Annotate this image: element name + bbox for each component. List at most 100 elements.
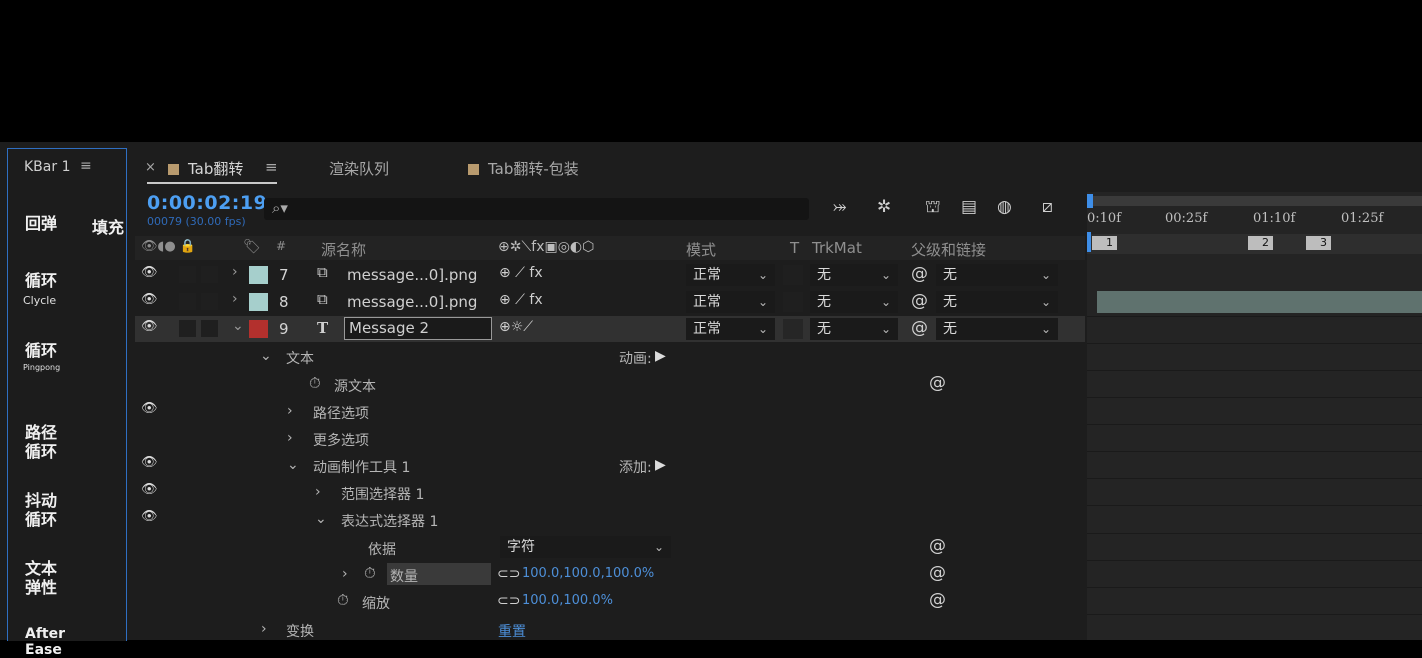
property-value[interactable]: 100.0,100.0,100.0% [522, 566, 654, 581]
layer-name-edit-field[interactable]: Message 2 [344, 317, 492, 340]
property-row-more-options[interactable]: › 更多选项 [135, 425, 1085, 451]
layer-switches[interactable]: ⊕☼⟋ [499, 319, 533, 335]
eye-icon[interactable]: 👁 [141, 509, 158, 524]
play-circle-icon[interactable]: ▶ [655, 348, 666, 364]
preserve-transparency-toggle[interactable] [783, 265, 803, 285]
pickwhip-icon[interactable]: @ [929, 563, 946, 583]
kbar-button-fill[interactable]: 填充 [92, 214, 124, 238]
layer-row-selected[interactable]: 👁 ⌄ 9 T Message 2 ⊕☼⟋ 正常 ⌄ 无 ⌄ @ 无 ⌄ [135, 316, 1085, 342]
tab-render-queue[interactable]: 渲染队列 [329, 158, 389, 179]
kbar-button-pingpong[interactable]: 循环 Pingpong [8, 341, 126, 381]
property-row-animator[interactable]: 👁 ⌄ 动画制作工具 1 添加: ▶ [135, 452, 1085, 478]
chevron-down-icon[interactable]: ⌄ [287, 457, 299, 473]
draft-3d-icon[interactable]: ✲ [877, 197, 891, 217]
eye-icon[interactable]: 👁 [141, 265, 158, 280]
layer-label-color[interactable] [249, 293, 268, 311]
pickwhip-icon[interactable]: @ [929, 590, 946, 610]
kbar-menu-icon[interactable]: ≡ [80, 158, 92, 174]
property-row-based-on[interactable]: 依据 字符 ⌄ @ [135, 534, 1085, 560]
kbar-button-text-elastic[interactable]: 文本 弹性 [8, 540, 126, 597]
stopwatch-icon[interactable]: ⏱ [337, 591, 349, 609]
pickwhip-icon[interactable]: @ [911, 291, 928, 311]
lock-toggle[interactable] [201, 266, 218, 283]
chevron-down-icon[interactable]: ⌄ [260, 348, 272, 364]
solo-toggle[interactable] [179, 266, 196, 283]
stopwatch-icon[interactable]: ⏱ [364, 564, 376, 582]
lock-toggle[interactable] [201, 320, 218, 337]
chevron-down-icon[interactable]: ⌄ [232, 318, 244, 334]
pickwhip-icon[interactable]: @ [929, 373, 946, 393]
kbar-button-wiggle-loop[interactable]: 抖动 循环 [8, 472, 126, 529]
chevron-right-icon[interactable]: › [342, 566, 348, 582]
comp-marker[interactable]: 1 [1092, 236, 1117, 250]
eye-icon[interactable]: 👁 [141, 319, 158, 334]
graph-editor-icon[interactable]: ⧄ [1042, 197, 1053, 217]
layer-row[interactable]: 👁 › 7 ⧉ message...0].png ⊕ ⟋ fx 正常 ⌄ 无 ⌄ @… [135, 262, 1085, 288]
property-value[interactable]: 100.0,100.0% [522, 593, 613, 608]
chevron-right-icon[interactable]: › [287, 430, 293, 446]
chevron-right-icon[interactable]: › [287, 403, 293, 419]
kbar-button-cycle[interactable]: 循环 Clycle [8, 271, 126, 311]
layer-label-color[interactable] [249, 320, 268, 338]
chevron-right-icon[interactable]: › [261, 621, 267, 637]
navigator-start-handle[interactable] [1087, 194, 1093, 208]
property-row-scale[interactable]: ⏱ 缩放 ⊂⊃ 100.0,100.0% @ [135, 588, 1085, 614]
trkmat-select[interactable]: 无 ⌄ [810, 264, 898, 286]
column-source-name[interactable]: 源名称 [321, 239, 366, 260]
solo-toggle[interactable] [179, 293, 196, 310]
current-time-display[interactable]: 0:00:02:19 [147, 192, 267, 214]
property-row-expression-selector[interactable]: 👁 ⌄ 表达式选择器 1 [135, 506, 1085, 532]
eye-icon[interactable]: 👁 [141, 455, 158, 470]
pickwhip-icon[interactable]: @ [929, 536, 946, 556]
close-icon[interactable]: × [145, 160, 156, 175]
chevron-right-icon[interactable]: › [232, 291, 238, 307]
layer-duration-bar[interactable] [1097, 291, 1422, 313]
property-row-range-selector[interactable]: 👁 › 范围选择器 1 [135, 479, 1085, 505]
stopwatch-icon[interactable]: ⏱ [309, 374, 321, 392]
preserve-transparency-toggle[interactable] [783, 292, 803, 312]
reset-link[interactable]: 重置 [498, 621, 526, 641]
eye-icon[interactable]: 👁 [141, 292, 158, 307]
layer-search-input[interactable]: ⌕▾ [264, 198, 809, 220]
kbar-button-after-ease[interactable]: After Ease [8, 610, 126, 658]
eye-icon[interactable]: 👁 [141, 482, 158, 497]
time-navigator-bar[interactable] [1087, 196, 1422, 206]
based-on-select[interactable]: 字符 ⌄ [500, 536, 671, 558]
parent-select[interactable]: 无 ⌄ [936, 318, 1058, 340]
layer-name[interactable]: message...0].png [347, 266, 477, 284]
blend-mode-select[interactable]: 正常 ⌄ [686, 264, 775, 286]
lock-toggle[interactable] [201, 293, 218, 310]
tab-menu-icon[interactable]: ≡ [265, 158, 278, 176]
layer-label-color[interactable] [249, 266, 268, 284]
link-icon[interactable]: ⊂⊃ [497, 593, 520, 609]
layer-row[interactable]: 👁 › 8 ⧉ message...0].png ⊕ ⟋ fx 正常 ⌄ 无 ⌄ @… [135, 289, 1085, 315]
blend-mode-select[interactable]: 正常 ⌄ [686, 291, 775, 313]
frame-blending-icon[interactable]: ▤ [961, 197, 977, 217]
shy-layers-icon[interactable]: ⛫ [925, 197, 941, 219]
layer-switches[interactable]: ⊕ ⟋ fx [499, 292, 543, 308]
comp-marker[interactable]: 2 [1248, 236, 1273, 250]
trkmat-select[interactable]: 无 ⌄ [810, 291, 898, 313]
pickwhip-icon[interactable]: @ [911, 264, 928, 284]
solo-toggle[interactable] [179, 320, 196, 337]
eye-icon[interactable]: 👁 [141, 401, 158, 416]
tab-comp-tab-flip-package[interactable]: Tab翻转-包装 [468, 158, 579, 179]
comp-flowchart-icon[interactable]: ⤖ [833, 197, 847, 217]
motion-blur-icon[interactable]: ◍ [997, 197, 1012, 217]
property-row-text[interactable]: ⌄ 文本 动画: ▶ [135, 343, 1085, 369]
comp-marker[interactable]: 3 [1306, 236, 1331, 250]
property-row-amount[interactable]: › ⏱ 数量 ⊂⊃ 100.0,100.0,100.0% @ [135, 561, 1085, 587]
layer-name[interactable]: message...0].png [347, 293, 477, 311]
pickwhip-icon[interactable]: @ [911, 318, 928, 338]
property-row-path-options[interactable]: 👁 › 路径选项 [135, 398, 1085, 424]
property-row-transform[interactable]: › 变换 重置 [135, 616, 1085, 642]
preserve-transparency-toggle[interactable] [783, 319, 803, 339]
trkmat-select[interactable]: 无 ⌄ [810, 318, 898, 340]
parent-select[interactable]: 无 ⌄ [936, 291, 1058, 313]
link-icon[interactable]: ⊂⊃ [497, 566, 520, 582]
kbar-button-path-loop[interactable]: 路径 循环 [8, 404, 126, 461]
property-row-source-text[interactable]: ⏱ 源文本 @ [135, 371, 1085, 397]
layer-switches[interactable]: ⊕ ⟋ fx [499, 265, 543, 281]
chevron-right-icon[interactable]: › [315, 484, 321, 500]
blend-mode-select[interactable]: 正常 ⌄ [686, 318, 775, 340]
